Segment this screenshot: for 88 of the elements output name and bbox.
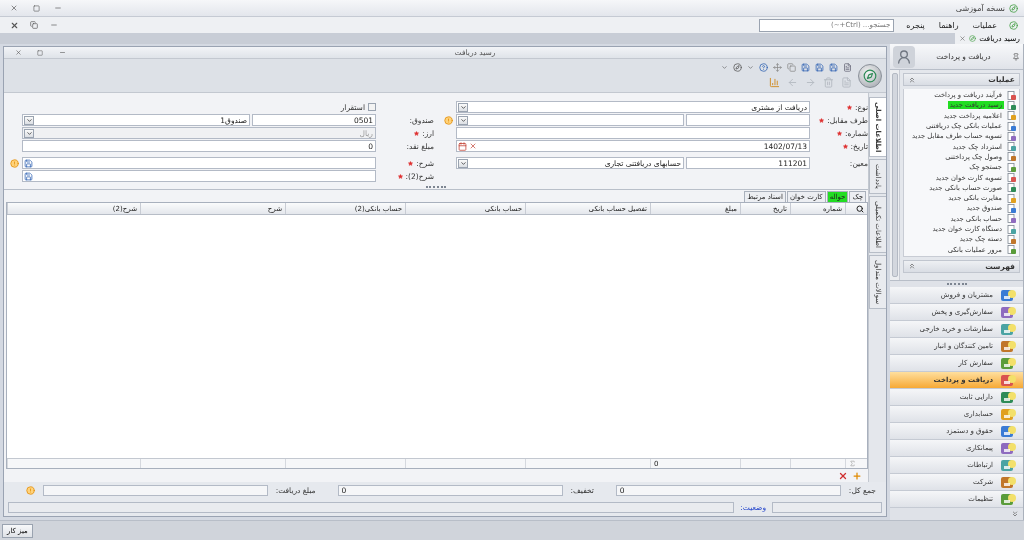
collapse-icon[interactable] bbox=[908, 75, 916, 84]
caret-icon[interactable] bbox=[721, 64, 728, 71]
save-icon[interactable] bbox=[24, 171, 33, 181]
sum-icon bbox=[849, 460, 856, 467]
dropdown-button[interactable] bbox=[24, 115, 34, 125]
chart-icon[interactable] bbox=[769, 77, 780, 88]
restore-icon bbox=[30, 21, 38, 29]
code-field[interactable] bbox=[686, 114, 810, 126]
compass-icon[interactable] bbox=[733, 63, 742, 72]
document-icon bbox=[1007, 173, 1016, 182]
total-field[interactable] bbox=[42, 484, 268, 496]
tile-icon bbox=[1001, 407, 1017, 421]
text-field[interactable] bbox=[456, 127, 810, 139]
close-icon bbox=[14, 49, 22, 56]
add-icon[interactable] bbox=[852, 470, 862, 481]
text-field[interactable] bbox=[22, 157, 376, 169]
clear-icon[interactable] bbox=[469, 142, 477, 150]
close-icon bbox=[9, 20, 19, 30]
checkbox[interactable] bbox=[368, 103, 376, 111]
document-icon bbox=[1007, 214, 1016, 224]
menu-item[interactable]: راهنما bbox=[936, 20, 961, 30]
calendar-icon[interactable] bbox=[458, 141, 467, 151]
delete-icon[interactable] bbox=[838, 470, 848, 481]
tile-icon bbox=[1001, 356, 1017, 370]
save-icon[interactable] bbox=[815, 63, 824, 72]
app-icon bbox=[1009, 20, 1018, 30]
menu-item[interactable]: عملیات bbox=[970, 20, 999, 30]
move-icon[interactable] bbox=[773, 63, 782, 72]
tile-icon bbox=[1001, 322, 1017, 336]
tile-icon bbox=[1001, 339, 1017, 353]
text-field[interactable] bbox=[22, 170, 376, 182]
document-icon bbox=[1007, 152, 1016, 162]
dropdown-field[interactable] bbox=[456, 114, 685, 126]
tile-icon bbox=[1001, 492, 1017, 506]
document-icon bbox=[1007, 100, 1016, 110]
document-icon bbox=[1007, 224, 1016, 234]
help-icon[interactable] bbox=[759, 63, 768, 72]
document-icon bbox=[1007, 183, 1016, 193]
document-icon bbox=[1007, 131, 1016, 141]
document-icon[interactable] bbox=[843, 63, 852, 72]
document-icon bbox=[1007, 111, 1016, 121]
tile-icon bbox=[1001, 458, 1017, 472]
arrow-icon[interactable] bbox=[805, 77, 816, 88]
close-icon[interactable] bbox=[959, 35, 967, 42]
document-icon bbox=[1007, 121, 1016, 131]
app-icon bbox=[969, 35, 977, 42]
copy-icon[interactable] bbox=[787, 63, 796, 72]
save-icon[interactable] bbox=[829, 63, 838, 72]
menu-item[interactable]: پنجره bbox=[904, 20, 927, 30]
tile-icon bbox=[1001, 305, 1017, 319]
document-icon[interactable] bbox=[841, 77, 852, 88]
warning-icon[interactable] bbox=[9, 158, 19, 168]
minimize-icon bbox=[50, 21, 58, 29]
tile-icon bbox=[1001, 424, 1017, 438]
app-icon bbox=[1009, 3, 1018, 13]
minimize-icon bbox=[58, 49, 66, 56]
expand-icon[interactable] bbox=[1011, 510, 1019, 518]
tile-icon bbox=[1001, 390, 1017, 404]
save-icon[interactable] bbox=[24, 158, 33, 168]
document-icon bbox=[1007, 234, 1016, 244]
tile-icon bbox=[1001, 373, 1017, 387]
document-icon bbox=[1007, 162, 1016, 172]
warning-icon[interactable] bbox=[25, 485, 35, 495]
document-icon bbox=[1007, 193, 1016, 203]
minimize-icon bbox=[54, 4, 62, 12]
tile-icon bbox=[1001, 475, 1017, 489]
app-title: نسخه آموزشی bbox=[955, 3, 1005, 13]
person-icon bbox=[893, 45, 915, 68]
pin-icon[interactable] bbox=[1012, 52, 1020, 61]
arrow-icon[interactable] bbox=[787, 77, 798, 88]
warning-icon[interactable] bbox=[443, 115, 453, 125]
tile-icon bbox=[1001, 288, 1017, 302]
caret-icon[interactable] bbox=[747, 64, 754, 71]
collapse-icon[interactable] bbox=[908, 262, 916, 271]
scrollbar[interactable] bbox=[891, 73, 898, 277]
document-icon bbox=[1007, 142, 1016, 152]
restore-icon bbox=[37, 49, 43, 56]
document-icon bbox=[1007, 203, 1016, 213]
logo-icon[interactable] bbox=[858, 63, 882, 88]
dropdown-button[interactable] bbox=[458, 158, 468, 168]
close-icon bbox=[10, 4, 18, 12]
tile-icon bbox=[1001, 441, 1017, 455]
dropdown-button[interactable] bbox=[458, 115, 468, 125]
maximize-icon bbox=[32, 4, 40, 12]
dropdown-button[interactable] bbox=[458, 102, 468, 112]
caret-icon bbox=[459, 159, 467, 167]
save-icon[interactable] bbox=[801, 63, 810, 72]
search-icon[interactable] bbox=[856, 204, 864, 213]
